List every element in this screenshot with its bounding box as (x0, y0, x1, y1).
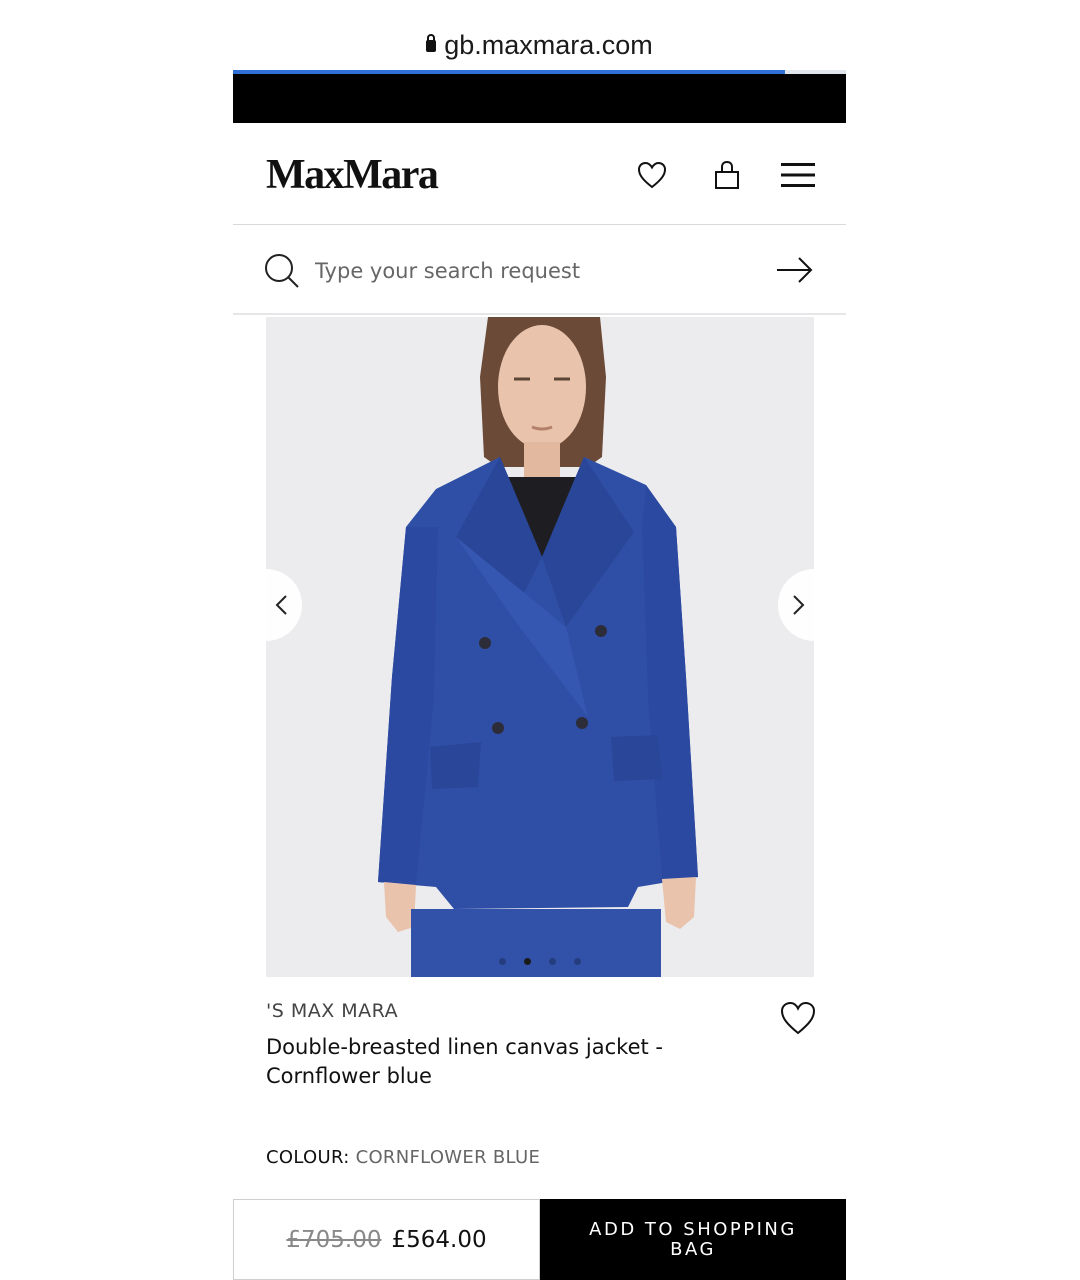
product-image-gallery[interactable] (266, 317, 814, 977)
gallery-dot[interactable] (574, 958, 581, 965)
maxmara-logo[interactable]: MaxMara (266, 151, 439, 199)
lock-icon (426, 34, 437, 52)
colour-value: CORNFLOWER BLUE (355, 1147, 541, 1168)
gallery-pagination-dots (266, 958, 814, 965)
price-box: £705.00 £564.00 (233, 1199, 540, 1280)
wishlist-heart-icon[interactable] (632, 155, 672, 195)
product-brand: 'S MAX MARA (266, 1000, 399, 1022)
add-to-shopping-bag-button[interactable]: ADD TO SHOPPING BAG (540, 1199, 846, 1280)
gallery-dot[interactable] (499, 958, 506, 965)
search-bar (233, 226, 846, 315)
search-submit-arrow-icon[interactable] (775, 254, 815, 286)
sale-price: £564.00 (391, 1226, 487, 1253)
add-to-wishlist-heart-icon[interactable] (778, 998, 818, 1038)
hamburger-menu-icon[interactable] (778, 155, 818, 195)
browser-address-bar[interactable]: gb.maxmara.com (233, 0, 846, 72)
mobile-viewport: gb.maxmara.com MaxMara Type your search … (233, 0, 846, 1280)
chevron-right-icon (793, 595, 805, 615)
original-price: £705.00 (286, 1226, 382, 1253)
colour-label: COLOUR: (266, 1147, 350, 1168)
gallery-dot[interactable] (549, 958, 556, 965)
search-icon[interactable] (263, 252, 301, 290)
purchase-bar: £705.00 £564.00 ADD TO SHOPPING BAG (233, 1199, 846, 1280)
url-text: gb.maxmara.com (444, 30, 653, 60)
gallery-dot[interactable] (524, 958, 531, 965)
url-display[interactable]: gb.maxmara.com (233, 30, 846, 61)
product-colour: COLOUR: CORNFLOWER BLUE (266, 1147, 540, 1168)
search-input[interactable] (315, 256, 735, 286)
promo-banner (233, 74, 846, 123)
site-header: MaxMara (233, 123, 846, 225)
shopping-bag-icon[interactable] (707, 155, 747, 195)
product-title: Double-breasted linen canvas jacket - Co… (266, 1035, 663, 1088)
chevron-left-icon (275, 595, 287, 615)
product-photo (266, 317, 814, 977)
